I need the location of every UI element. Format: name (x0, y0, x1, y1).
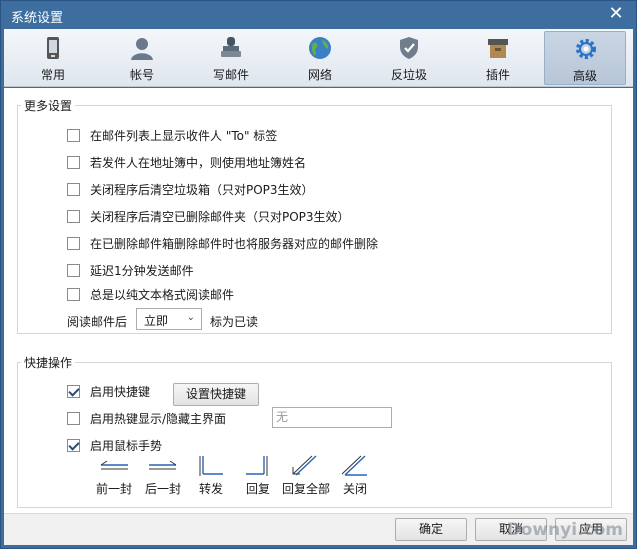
dialog-footer: 确定 取消 应用 Downyi.com (4, 513, 633, 545)
tab-advanced[interactable]: 高级 (544, 31, 626, 85)
arrow-right-icon (149, 460, 177, 470)
phone-icon (47, 37, 59, 59)
window-title: 系统设置 (11, 11, 64, 26)
tab-label: 高级 (572, 69, 597, 83)
settings-content: 更多设置 在邮件列表上显示收件人 "To" 标签 若发件人在地址簿中，则使用地址… (4, 88, 633, 513)
gesture-diagonal-icon (292, 455, 317, 476)
gesture-previous[interactable]: 前一封 (89, 455, 139, 500)
checkbox[interactable] (67, 411, 80, 425)
option-empty-trash[interactable]: 关闭程序后清空垃圾箱（只对POP3生效） (67, 180, 314, 198)
tab-label: 常用 (40, 68, 65, 82)
shield-icon (400, 37, 418, 59)
gear-icon (576, 39, 596, 59)
globe-icon (309, 37, 331, 59)
option-enable-hotkey[interactable]: 启用快捷键 (67, 382, 150, 400)
tab-plugins[interactable]: 插件 (457, 31, 539, 85)
tab-label: 写邮件 (212, 68, 249, 82)
ok-button[interactable]: 确定 (395, 518, 467, 541)
tab-label: 反垃圾 (390, 68, 427, 82)
gesture-close[interactable]: 关闭 (330, 455, 380, 500)
more-settings-title: 更多设置 (21, 97, 76, 114)
mark-read-suffix: 标为已读 (210, 315, 259, 329)
checkbox[interactable] (67, 209, 80, 223)
checkbox[interactable] (67, 263, 80, 277)
mark-read-select[interactable]: 立即 ⌄ (136, 308, 202, 330)
tab-label: 帐号 (129, 68, 154, 82)
settings-window: 系统设置 ✕ 常用 帐号 写邮件 网络 反垃圾 插件 高级 更多设置 在邮件列表… (0, 0, 637, 549)
checkbox[interactable] (67, 438, 80, 452)
option-delete-on-server[interactable]: 在已删除邮件箱删除邮件时也将服务器对应的邮件删除 (67, 234, 378, 252)
tab-label: 网络 (307, 68, 332, 82)
watermark: Downyi.com (506, 520, 623, 540)
option-mouse-gesture[interactable]: 启用鼠标手势 (67, 436, 162, 454)
arrow-left-icon (100, 460, 128, 470)
gesture-down-right-icon (199, 456, 223, 476)
option-show-to-label[interactable]: 在邮件列表上显示收件人 "To" 标签 (67, 126, 277, 144)
option-hotkey-toggle-main[interactable]: 启用热键显示/隐藏主界面 (67, 409, 226, 427)
checkbox[interactable] (67, 155, 80, 169)
tab-network[interactable]: 网络 (279, 31, 361, 85)
set-hotkey-button[interactable]: 设置快捷键 (173, 383, 259, 406)
box-icon (488, 39, 508, 58)
option-delay-send[interactable]: 延迟1分钟发送邮件 (67, 261, 194, 279)
stamp-icon (221, 37, 241, 57)
option-plain-text[interactable]: 总是以纯文本格式阅读邮件 (67, 285, 234, 303)
shortcuts-title: 快捷操作 (21, 354, 76, 371)
tab-label: 插件 (485, 68, 510, 82)
tab-compose[interactable]: 写邮件 (190, 31, 272, 85)
checkbox[interactable] (67, 182, 80, 196)
category-toolbar: 常用 帐号 写邮件 网络 反垃圾 插件 高级 (4, 29, 633, 87)
gesture-down-left-icon (246, 456, 268, 476)
hotkey-input[interactable]: 无 (272, 407, 392, 428)
tab-account[interactable]: 帐号 (101, 31, 183, 85)
gesture-reply-all[interactable]: 回复全部 (281, 455, 331, 500)
checkbox[interactable] (67, 128, 80, 142)
checkbox[interactable] (67, 287, 80, 301)
tab-antispam[interactable]: 反垃圾 (368, 31, 450, 85)
chevron-down-icon: ⌄ (186, 312, 195, 323)
tab-general[interactable]: 常用 (12, 31, 94, 85)
checkbox[interactable] (67, 384, 80, 398)
option-use-addressbook-name[interactable]: 若发件人在地址簿中，则使用地址簿姓名 (67, 153, 306, 171)
user-icon (131, 38, 153, 60)
gesture-diagonal-close-icon (341, 455, 367, 476)
option-empty-deleted[interactable]: 关闭程序后清空已删除邮件夹（只对POP3生效） (67, 207, 350, 225)
title-bar[interactable]: 系统设置 ✕ (1, 1, 636, 29)
read-after-label: 阅读邮件后 (67, 315, 128, 329)
checkbox[interactable] (67, 236, 80, 250)
close-icon[interactable]: ✕ (606, 4, 626, 24)
